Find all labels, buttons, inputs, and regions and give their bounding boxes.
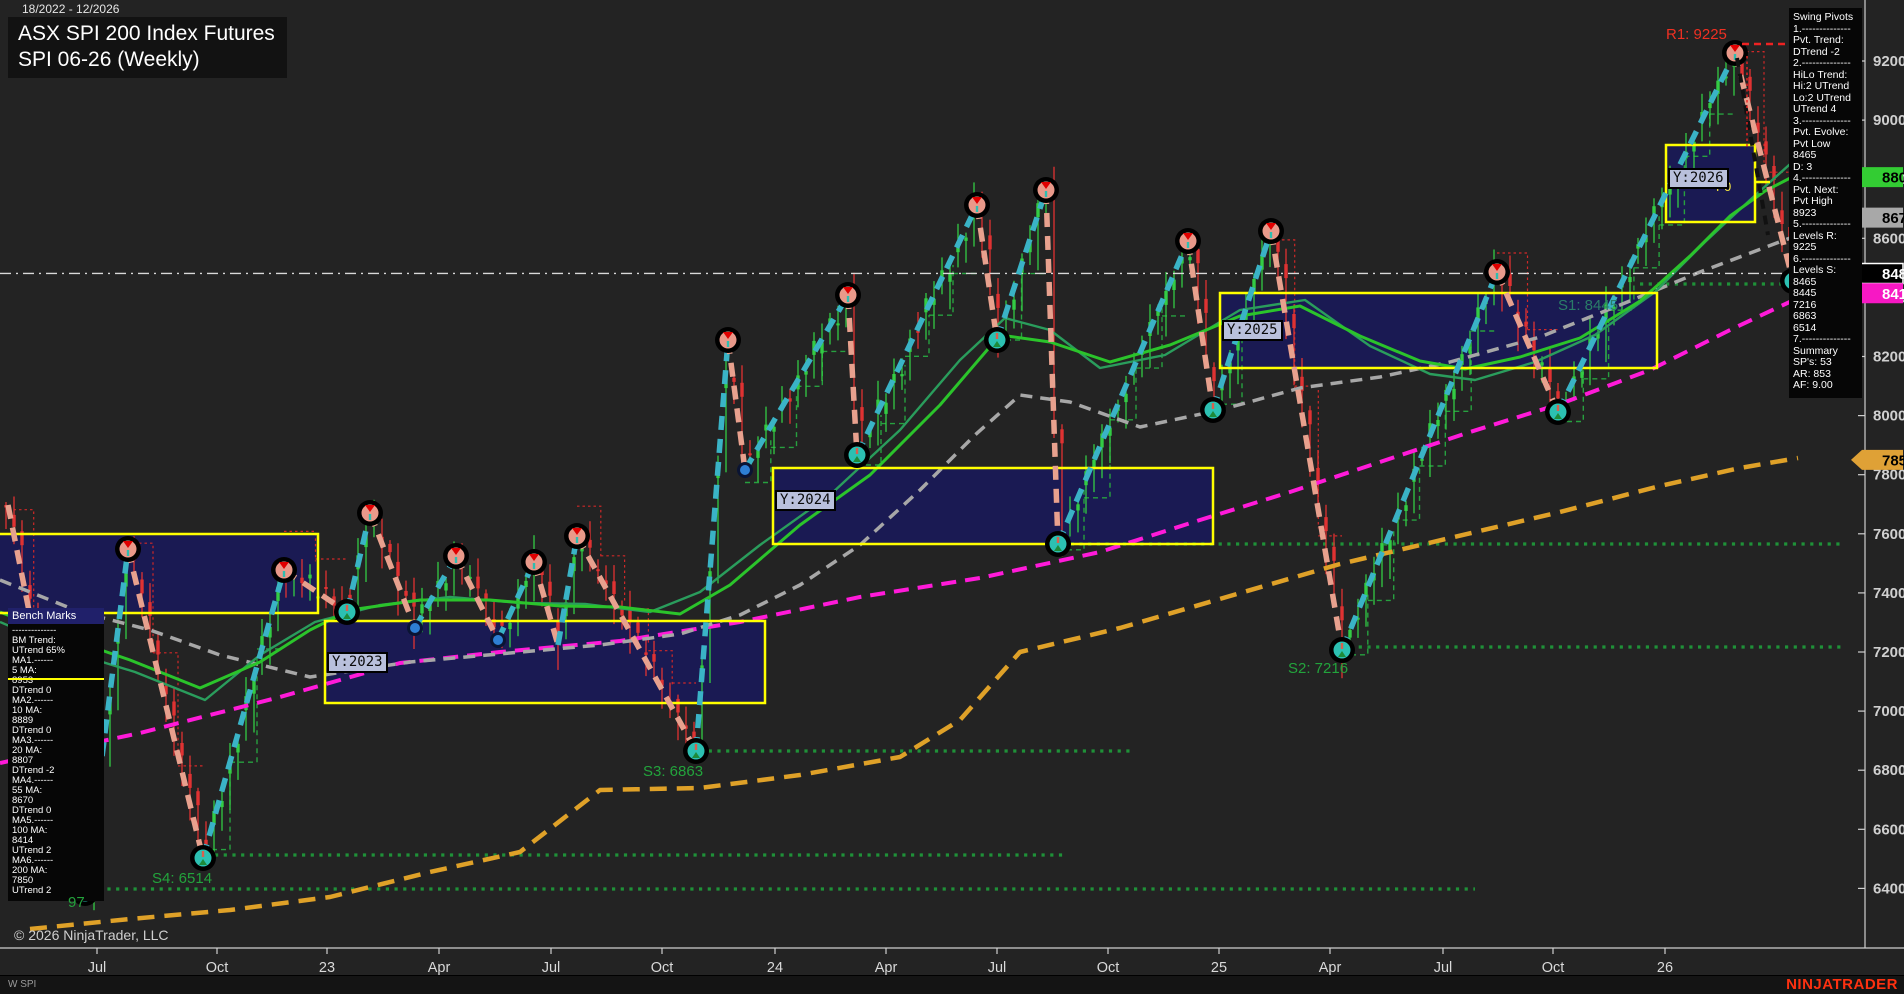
time-axis-label: Jul xyxy=(988,960,1007,976)
price-tag-8414: 8414 xyxy=(1882,286,1904,303)
year-box-label[interactable]: Y:2026 xyxy=(1668,168,1729,189)
price-axis-label: 8000 xyxy=(1873,408,1904,425)
bench-marks-panel[interactable]: Bench Marks -------------- BM Trend: UTren… xyxy=(8,608,104,901)
date-range-label: 18/2022 - 12/2026 xyxy=(22,2,120,16)
price-tag-8481: 8481 xyxy=(1882,266,1904,283)
price-tag-8807: 8807 xyxy=(1882,170,1904,187)
price-axis-label: 6400 xyxy=(1873,880,1904,897)
swing-pivots-line: 8445 xyxy=(1793,287,1817,299)
instrument-title-line2: SPI 06-26 (Weekly) xyxy=(18,47,200,71)
time-axis-label: Jul xyxy=(1434,960,1453,976)
instrument-title-line1: ASX SPI 200 Index Futures xyxy=(18,22,275,45)
level-annotation: S2: 7216 xyxy=(1288,660,1349,677)
trailing-step-lines xyxy=(8,51,1793,851)
time-axis-label: Oct xyxy=(206,960,229,976)
price-axis-label: 6600 xyxy=(1873,821,1904,838)
level-annotation: R1: 9225 xyxy=(1666,26,1727,43)
price-axis-label: 7200 xyxy=(1873,644,1904,661)
tab-wspi[interactable]: W SPI xyxy=(8,979,36,990)
time-axis-label: Oct xyxy=(1097,960,1120,976)
price-axis-label: 7000 xyxy=(1873,703,1904,720)
time-axis-label: 25 xyxy=(1211,960,1227,976)
time-axis-label: Jul xyxy=(88,960,107,976)
swing-pivots-line: AF: 9.00 xyxy=(1793,379,1833,391)
level-annotation: 97 xyxy=(68,894,85,911)
swing-pivots-line: 6863 xyxy=(1793,310,1817,322)
price-tag-7850: 7850 xyxy=(1882,452,1904,469)
time-axis-label: Apr xyxy=(875,960,898,976)
time-axis-label: Apr xyxy=(428,960,451,976)
time-axis-label: Apr xyxy=(1319,960,1342,976)
price-axis-label: 7600 xyxy=(1873,526,1904,543)
time-axis-label: 26 xyxy=(1657,960,1673,976)
time-axis-label: Oct xyxy=(1542,960,1565,976)
swing-pivots-line: 2.-------------- xyxy=(1793,57,1851,69)
level-annotation: S1: 8445 xyxy=(1558,297,1619,314)
price-axis-label: 6800 xyxy=(1873,762,1904,779)
price-axis-label: 8600 xyxy=(1873,230,1904,247)
swing-pivots-line: Levels S: xyxy=(1793,264,1837,276)
ninjatrader-logo: NINJATRADER xyxy=(1786,976,1898,993)
ninjatrader-chart-window: 9200900088008600840082008000780076007400… xyxy=(0,0,1904,994)
instrument-title: ASX SPI 200 Index Futures SPI 06-26 (Wee… xyxy=(8,17,287,79)
time-axis-label: 24 xyxy=(767,960,783,976)
copyright-label: © 2026 NinjaTrader, LLC xyxy=(14,927,169,943)
year-box-label[interactable]: Y:2024 xyxy=(775,490,836,511)
swing-pivots-line: 7.-------------- xyxy=(1793,333,1851,345)
time-axis-label: Jul xyxy=(542,960,561,976)
swing-pivots-line: 4.-------------- xyxy=(1793,172,1851,184)
year-box-label[interactable]: Y:2025 xyxy=(1222,320,1283,341)
year-box-edge-overlay xyxy=(8,678,104,680)
time-axis-label: 23 xyxy=(319,960,335,976)
time-axis-label: Oct xyxy=(651,960,674,976)
swing-pivots-line: Swing Pivots xyxy=(1793,11,1854,23)
swing-pivots-line: Pvt. Evolve: xyxy=(1793,126,1849,138)
price-tag-8670: 8670 xyxy=(1882,210,1904,227)
swing-pivots-line: Pvt High xyxy=(1793,195,1833,207)
bench-marks-line: UTrend 2 xyxy=(12,885,52,896)
swing-pivots-line: Hi:2 UTrend xyxy=(1793,80,1850,92)
swing-pivots-line: Pvt. Trend: xyxy=(1793,34,1844,46)
price-axis-label: 7400 xyxy=(1873,585,1904,602)
level-annotation: S4: 6514 xyxy=(152,870,213,887)
bench-marks-title: Bench Marks xyxy=(8,608,104,624)
tab-strip[interactable] xyxy=(0,975,1904,994)
price-axis-label: 8200 xyxy=(1873,349,1904,366)
level-annotation: S3: 6863 xyxy=(643,763,704,780)
year-box-label[interactable]: Y:2023 xyxy=(327,652,388,673)
swing-pivots-line: 9225 xyxy=(1793,241,1817,253)
price-axis-label: 9000 xyxy=(1873,112,1904,129)
swing-pivots-line: UTrend 4 xyxy=(1793,103,1837,115)
swing-pivots-line: 5.-------------- xyxy=(1793,218,1851,230)
price-axis-label: 9200 xyxy=(1873,53,1904,70)
swing-pivots-panel[interactable]: Swing Pivots 1.-------------- Pvt. Trend: D… xyxy=(1789,8,1862,398)
price-chart[interactable]: 9200900088008600840082008000780076007400… xyxy=(0,0,1904,994)
swing-pivots-line: 8465 xyxy=(1793,149,1817,161)
swing-pivots-line: SP's: 53 xyxy=(1793,356,1832,368)
